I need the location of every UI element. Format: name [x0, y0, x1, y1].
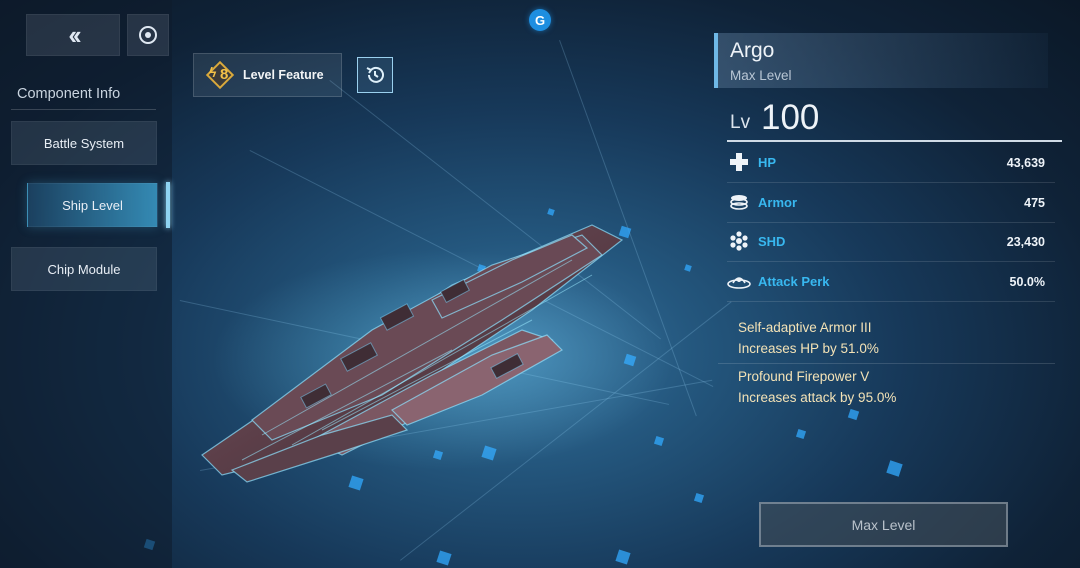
stat-name: HP [758, 155, 777, 170]
stat-value: 475 [1024, 196, 1045, 210]
stat-row-shd: SHD 23,430 [727, 222, 1055, 262]
perk-item: Self-adaptive Armor III Increases HP by … [738, 317, 879, 359]
sidebar-item-chip-module[interactable]: Chip Module [11, 247, 157, 291]
armor-stack-icon [727, 190, 751, 214]
stat-value: 23,430 [1006, 235, 1045, 249]
level-feature-diamond-icon: ϟ 8 [205, 60, 235, 90]
active-indicator [166, 182, 170, 228]
perk-item: Profound Firepower V Increases attack by… [738, 366, 896, 408]
attack-perk-icon [727, 269, 751, 293]
level-feature-count: 8 [220, 66, 229, 83]
cycle-view-button[interactable] [127, 14, 169, 56]
perk-divider [718, 363, 1055, 364]
ship-level-status: Max Level [730, 68, 792, 83]
sidebar-item-label: Battle System [43, 135, 125, 151]
back-button[interactable]: ‹‹ [26, 14, 120, 56]
sidebar-item-ship-level[interactable]: Ship Level [27, 183, 158, 227]
perk-title: Profound Firepower V [738, 369, 870, 384]
stat-name: Armor [758, 195, 798, 210]
perk-title: Self-adaptive Armor III [738, 320, 872, 335]
history-button[interactable] [357, 57, 393, 93]
level-feature-label: Level Feature [243, 68, 324, 82]
shield-hex-icon [727, 229, 751, 253]
sidebar-item-battle-system[interactable]: Battle System [11, 121, 157, 165]
level-value: 100 [761, 98, 820, 137]
history-icon [366, 66, 384, 83]
component-info-title: Component Info [17, 86, 121, 102]
perk-description: Increases attack by 95.0% [738, 390, 897, 405]
level-divider [727, 140, 1062, 142]
circle-target-icon [139, 26, 157, 44]
hp-cross-icon [727, 150, 751, 174]
sidebar-item-label: Ship Level [62, 197, 123, 213]
currency-badge[interactable]: G [529, 9, 551, 31]
stat-name: SHD [758, 234, 786, 249]
stat-value: 43,639 [1006, 156, 1045, 170]
ship-model [192, 190, 682, 500]
level-feature-button[interactable]: ϟ 8 Level Feature [193, 53, 342, 97]
divider [11, 109, 156, 110]
bolt-icon: ϟ [209, 64, 217, 80]
perk-description: Increases HP by 51.0% [738, 341, 879, 356]
sidebar: ‹‹ Component Info Battle System Ship Lev… [0, 0, 172, 568]
level-prefix: Lv [730, 112, 751, 133]
stat-row-hp: HP 43,639 [727, 143, 1055, 183]
stat-name: Attack Perk [758, 274, 830, 289]
sidebar-item-label: Chip Module [47, 261, 121, 277]
stat-value: 50.0% [1009, 275, 1045, 289]
stat-row-armor: Armor 475 [727, 183, 1055, 223]
double-chevron-left-icon: ‹‹ [68, 19, 81, 50]
ship-name: Argo [730, 39, 775, 62]
max-level-button[interactable]: Max Level [759, 502, 1008, 547]
ship-name-panel: Argo Max Level [714, 33, 1048, 88]
stat-row-attack-perk: Attack Perk 50.0% [727, 262, 1055, 302]
